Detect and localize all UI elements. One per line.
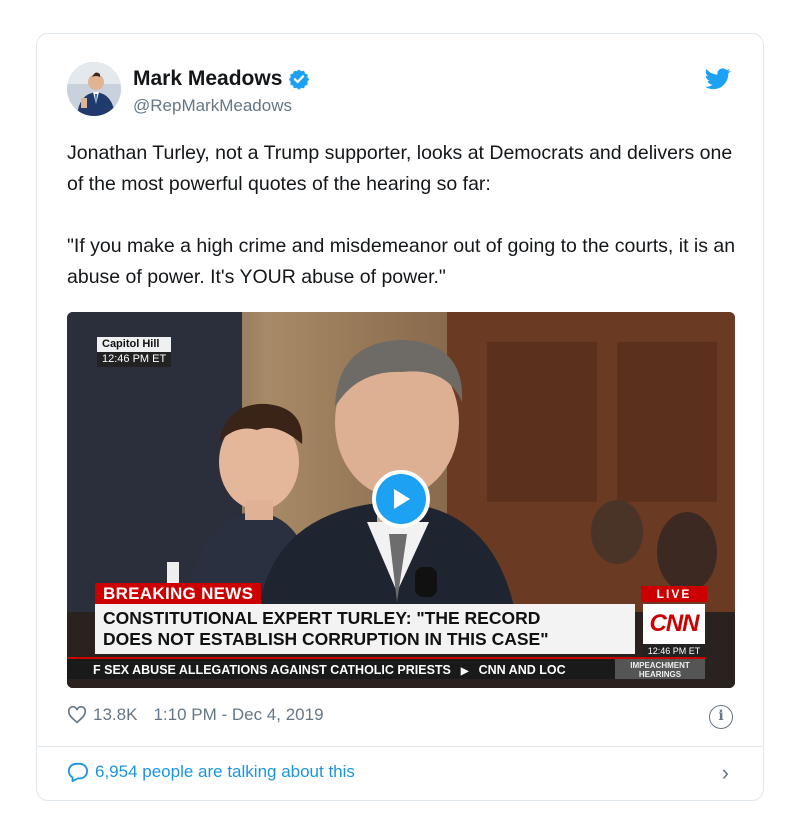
location-label: Capitol Hill: [102, 338, 160, 350]
breaking-news-label: BREAKING NEWS: [95, 583, 262, 605]
tweet-text: Jonathan Turley, not a Trump supporter, …: [67, 138, 737, 293]
verified-badge-icon: [289, 69, 310, 90]
tweet-paragraph: Jonathan Turley, not a Trump supporter, …: [67, 142, 733, 195]
play-icon[interactable]: [376, 474, 426, 524]
divider: [37, 746, 763, 747]
ticker-right-text: CNN AND LOC: [478, 663, 566, 677]
author-name[interactable]: Mark Meadows: [133, 67, 310, 91]
cnn-logo: CNN: [643, 604, 705, 644]
video-player[interactable]: Capitol Hill 12:46 PM ET BREAKING NEWS C…: [67, 312, 735, 688]
tweet-timestamp[interactable]: 1:10 PM - Dec 4, 2019: [153, 705, 323, 725]
heart-icon[interactable]: [67, 706, 87, 724]
ticker-brand-line-2: HEARINGS: [638, 670, 682, 679]
ticker-brand-line-1: IMPEACHMENT: [630, 661, 690, 670]
chyron-headline: CONSTITUTIONAL EXPERT TURLEY: "THE RECOR…: [95, 604, 635, 654]
live-badge: LIVE: [641, 586, 707, 602]
tweet-card: Mark Meadows @RepMarkMeadows Jonathan Tu…: [36, 33, 764, 801]
author-name-text[interactable]: Mark Meadows: [133, 67, 282, 91]
tweet-meta: 13.8K 1:10 PM - Dec 4, 2019: [67, 705, 324, 725]
twitter-bird-icon[interactable]: [705, 68, 731, 90]
like-count[interactable]: 13.8K: [93, 705, 137, 725]
author-handle[interactable]: @RepMarkMeadows: [133, 96, 292, 116]
ticker-left-text: F SEX ABUSE ALLEGATIONS AGAINST CATHOLIC…: [93, 663, 451, 677]
talking-link[interactable]: 6,954 people are talking about this: [67, 762, 355, 782]
network-time: 12:46 PM ET: [643, 645, 705, 657]
location-time: 12:46 PM ET: [97, 352, 172, 367]
ticker-brand: IMPEACHMENT HEARINGS: [615, 657, 705, 679]
chevron-right-icon[interactable]: ›: [722, 760, 729, 786]
tweet-quote: "If you make a high crime and misdemeano…: [67, 235, 736, 288]
headline-line-1: CONSTITUTIONAL EXPERT TURLEY: "THE RECOR…: [103, 608, 541, 628]
location-bug: Capitol Hill 12:46 PM ET: [97, 337, 172, 367]
ticker-arrow-icon: ▶: [460, 666, 469, 677]
talking-text[interactable]: 6,954 people are talking about this: [95, 762, 355, 782]
headline-line-2: DOES NOT ESTABLISH CORRUPTION IN THIS CA…: [103, 629, 549, 649]
news-ticker: F SEX ABUSE ALLEGATIONS AGAINST CATHOLIC…: [67, 657, 615, 679]
info-icon[interactable]: i: [709, 705, 733, 729]
play-button[interactable]: [372, 470, 430, 528]
avatar[interactable]: [67, 62, 121, 116]
reply-bubble-icon: [67, 762, 88, 782]
